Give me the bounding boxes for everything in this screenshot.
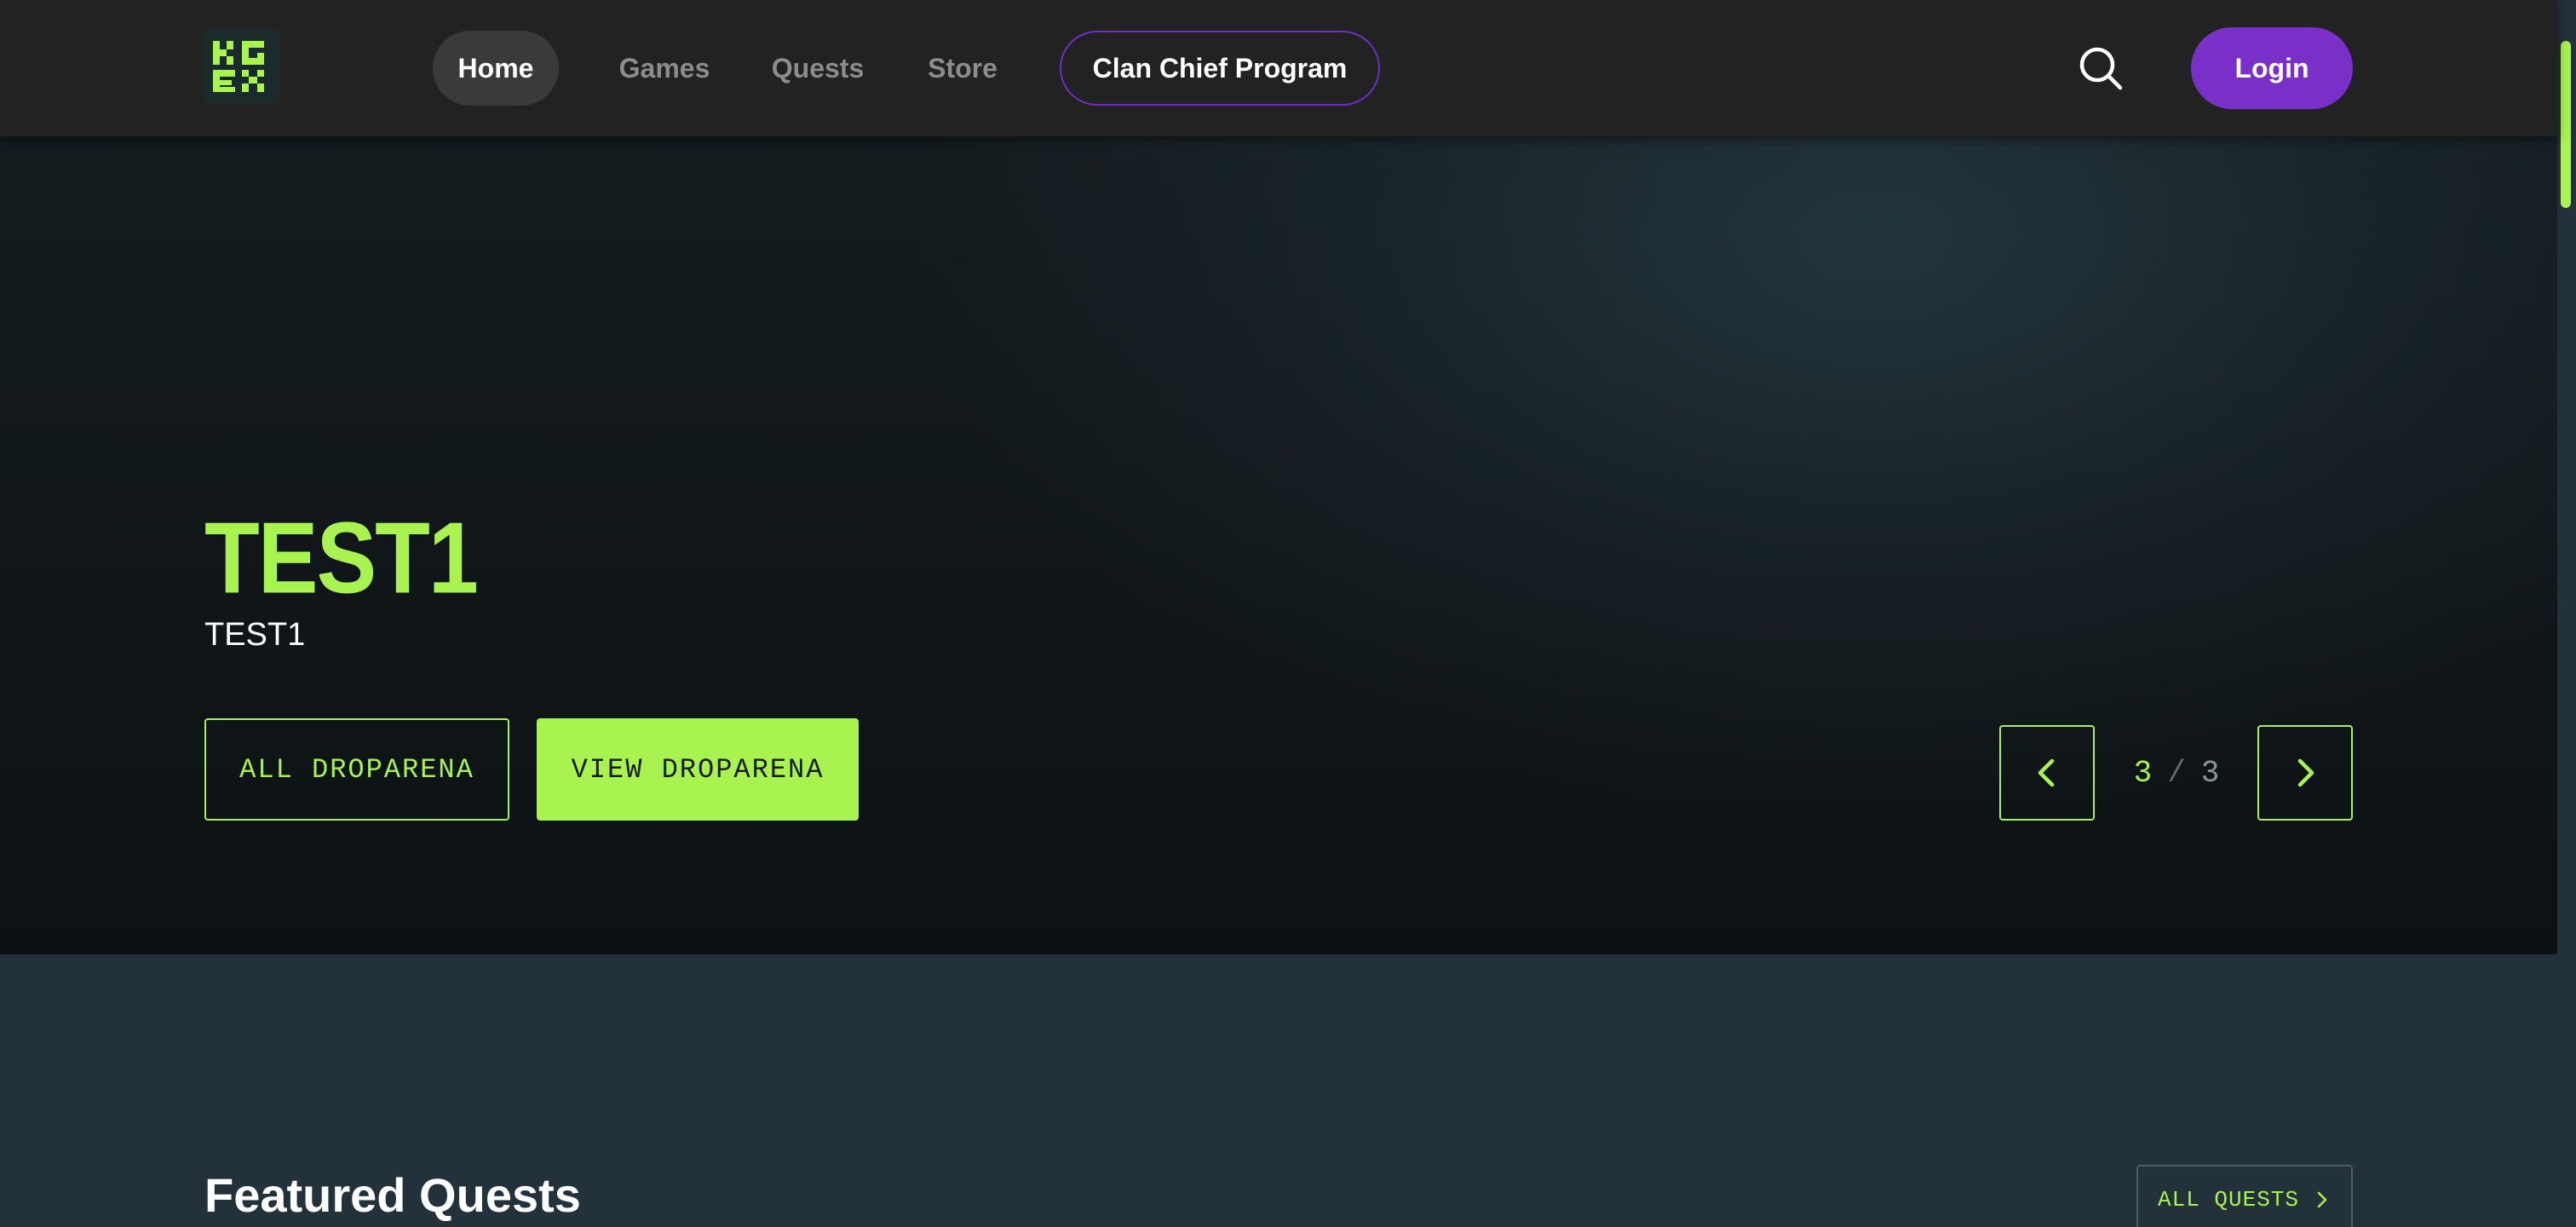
carousel-counter: 3 / 3 [2126,750,2227,796]
view-droparena-button[interactable]: VIEW DROPARENA [537,718,859,821]
nav-clan-chief-program[interactable]: Clan Chief Program [1060,31,1380,106]
main-nav: Home Games Quests Store Clan Chief Progr… [433,31,1380,106]
chevron-right-icon [2297,758,2314,787]
page: Home Games Quests Store Clan Chief Progr… [0,0,2576,1227]
search-icon[interactable] [2075,43,2126,94]
carousel-current-index: 3 [2133,755,2153,791]
nav-home[interactable]: Home [433,31,559,106]
carousel-prev-button[interactable] [1999,725,2095,821]
carousel-separator: / [2167,755,2186,791]
scrollbar-thumb[interactable] [2561,41,2571,208]
all-droparena-button[interactable]: ALL DROPARENA [204,718,509,821]
login-button[interactable]: Login [2191,27,2353,109]
nav-quests[interactable]: Quests [741,31,894,106]
all-quests-label: ALL QUESTS [2157,1187,2300,1213]
hero-title: TEST1 [204,502,479,615]
nav-store[interactable]: Store [894,31,1031,106]
chevron-right-icon [2317,1191,2327,1208]
hero-banner: TEST1 TEST1 ALL DROPARENA VIEW DROPARENA… [0,136,2557,954]
hero-subtitle: TEST1 [204,617,306,653]
nav-games[interactable]: Games [588,31,741,106]
chevron-left-icon [2038,758,2055,787]
carousel-total: 3 [2200,755,2220,791]
top-navbar: Home Games Quests Store Clan Chief Progr… [0,0,2557,136]
kgen-logo-icon[interactable] [204,29,279,104]
all-quests-button[interactable]: ALL QUESTS [2136,1165,2353,1227]
carousel-next-button[interactable] [2257,725,2353,821]
featured-quests-title: Featured Quests [204,1168,581,1222]
